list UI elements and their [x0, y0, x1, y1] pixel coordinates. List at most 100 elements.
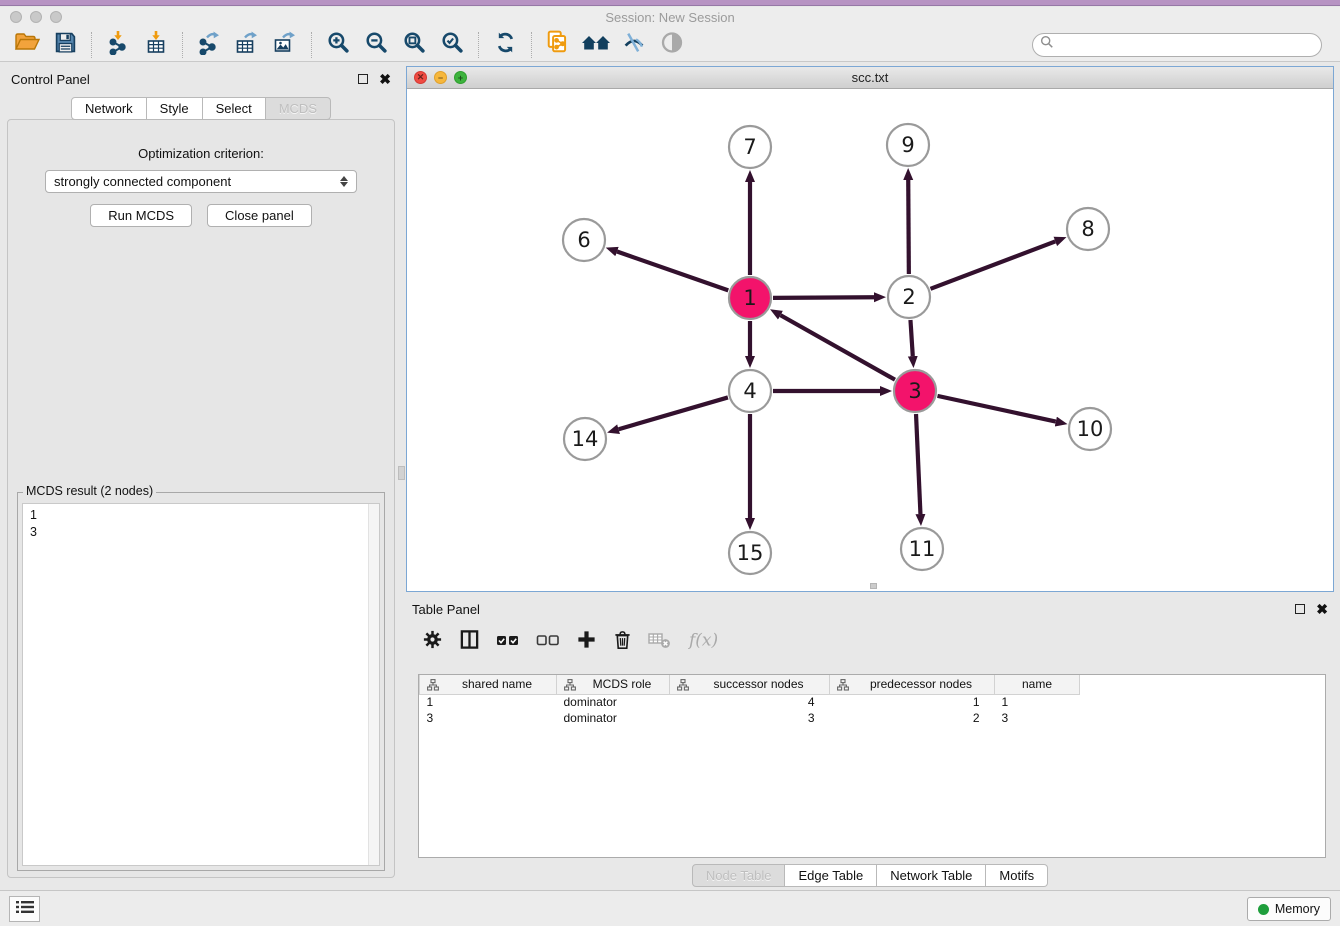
- float-panel-icon[interactable]: [358, 74, 368, 84]
- svg-text:10: 10: [1077, 417, 1104, 441]
- graph-edge-3-1[interactable]: [780, 315, 894, 380]
- tab-select[interactable]: Select: [203, 97, 266, 120]
- export-network-button[interactable]: [190, 30, 228, 60]
- delete-table-button[interactable]: [648, 630, 672, 655]
- zoom-fit-button[interactable]: [395, 30, 433, 60]
- graph-node-2[interactable]: 2: [888, 276, 930, 318]
- mcds-result-title: MCDS result (2 nodes): [23, 484, 156, 498]
- mcds-result-group: MCDS result (2 nodes) 13: [17, 492, 385, 871]
- export-image-button[interactable]: [266, 30, 304, 60]
- graph-node-6[interactable]: 6: [563, 219, 605, 261]
- import-table-icon: [144, 30, 168, 60]
- mcds-result-line: 1: [30, 507, 372, 524]
- export-image-icon: [273, 30, 297, 60]
- column-header-shared-name[interactable]: shared name: [420, 675, 557, 694]
- network-minimize-button[interactable]: −: [434, 71, 447, 84]
- column-header-predecessor-nodes[interactable]: predecessor nodes: [830, 675, 995, 694]
- tab-style[interactable]: Style: [147, 97, 203, 120]
- search-input[interactable]: [1054, 38, 1314, 52]
- close-panel-button[interactable]: Close panel: [207, 204, 312, 227]
- graph-edge-1-2[interactable]: [773, 297, 874, 298]
- clone-network-button[interactable]: [539, 30, 577, 60]
- column-header-successor-nodes[interactable]: successor nodes: [670, 675, 830, 694]
- graph-node-1[interactable]: 1: [729, 277, 771, 319]
- network-close-button[interactable]: ✕: [414, 71, 427, 84]
- result-scrollbar[interactable]: [368, 504, 379, 865]
- task-history-button[interactable]: [9, 896, 40, 922]
- show-hide-button[interactable]: [653, 30, 691, 60]
- memory-status-icon: [1258, 904, 1269, 915]
- refresh-icon: [494, 31, 517, 59]
- graph-node-4[interactable]: 4: [729, 370, 771, 412]
- table-row[interactable]: 3dominator323: [420, 710, 1080, 726]
- graph-node-14[interactable]: 14: [564, 418, 606, 460]
- zoom-selected-button[interactable]: [433, 30, 471, 60]
- delete-row-icon: [613, 629, 632, 655]
- svg-text:6: 6: [577, 228, 590, 252]
- home-button[interactable]: [577, 30, 615, 60]
- memory-button[interactable]: Memory: [1247, 897, 1331, 921]
- table-tab-network-table[interactable]: Network Table: [877, 864, 986, 887]
- column-header-MCDS-role[interactable]: MCDS role: [557, 675, 670, 694]
- control-panel-header: Control Panel ✖: [5, 66, 397, 92]
- column-header-name[interactable]: name: [995, 675, 1080, 694]
- panel-divider[interactable]: [397, 66, 406, 880]
- graph-node-15[interactable]: 15: [729, 532, 771, 574]
- table-close-panel-icon[interactable]: ✖: [1316, 604, 1328, 614]
- close-panel-icon[interactable]: ✖: [379, 74, 391, 84]
- graph-edge-1-6[interactable]: [617, 252, 728, 291]
- search-field[interactable]: [1032, 33, 1322, 57]
- svg-text:3: 3: [908, 379, 921, 403]
- tab-mcds[interactable]: MCDS: [266, 97, 331, 120]
- graph-node-8[interactable]: 8: [1067, 208, 1109, 250]
- graph-node-10[interactable]: 10: [1069, 408, 1111, 450]
- columns-button[interactable]: [459, 629, 480, 655]
- export-table-button[interactable]: [228, 30, 266, 60]
- zoom-out-icon: [365, 31, 388, 59]
- network-canvas[interactable]: 7 9 6 8 1 2 4 3 14 10 15 11: [407, 90, 1333, 591]
- save-session-button[interactable]: [46, 30, 84, 60]
- graph-node-7[interactable]: 7: [729, 126, 771, 168]
- table-row[interactable]: 1dominator411: [420, 694, 1080, 710]
- table-tab-motifs[interactable]: Motifs: [986, 864, 1048, 887]
- import-table-button[interactable]: [137, 30, 175, 60]
- delete-row-button[interactable]: [613, 629, 632, 655]
- import-network-button[interactable]: [99, 30, 137, 60]
- titlebar: Session: New Session: [0, 7, 1340, 28]
- tab-network[interactable]: Network: [71, 97, 147, 120]
- svg-text:8: 8: [1081, 217, 1094, 241]
- table-float-panel-icon[interactable]: [1295, 604, 1305, 614]
- select-stepper-icon: [340, 176, 348, 187]
- graph-edge-2-8[interactable]: [931, 241, 1056, 288]
- graph-edge-2-9[interactable]: [908, 180, 909, 274]
- graph-edge-3-11[interactable]: [916, 414, 920, 514]
- run-mcds-button[interactable]: Run MCDS: [90, 204, 192, 227]
- table-tab-edge-table[interactable]: Edge Table: [785, 864, 877, 887]
- cell-shared-name: 1: [420, 694, 557, 710]
- open-session-button[interactable]: [8, 30, 46, 60]
- select-all-button[interactable]: [496, 631, 520, 654]
- deselect-all-button[interactable]: [536, 631, 560, 654]
- add-row-button[interactable]: [576, 629, 597, 655]
- criterion-select[interactable]: strongly connected component: [45, 170, 357, 193]
- graph-edge-3-10[interactable]: [937, 396, 1055, 422]
- settings-button[interactable]: [422, 629, 443, 655]
- graph-edge-2-3[interactable]: [910, 320, 912, 356]
- network-zoom-button[interactable]: +: [454, 71, 467, 84]
- toggle-graphics-details-button[interactable]: [615, 30, 653, 60]
- mcds-result-line: 3: [30, 524, 372, 541]
- divider-grip[interactable]: [398, 466, 405, 480]
- network-window: ✕ − + scc.txt 7968124314101511: [406, 66, 1334, 592]
- refresh-button[interactable]: [486, 30, 524, 60]
- search-icon: [1040, 35, 1054, 54]
- graph-node-3[interactable]: 3: [894, 370, 936, 412]
- graph-node-11[interactable]: 11: [901, 528, 943, 570]
- graph-node-9[interactable]: 9: [887, 124, 929, 166]
- graph-edge-4-14[interactable]: [619, 397, 728, 429]
- zoom-out-button[interactable]: [357, 30, 395, 60]
- network-resize-grip[interactable]: [870, 583, 877, 589]
- table-tab-node-table[interactable]: Node Table: [692, 864, 786, 887]
- zoom-in-button[interactable]: [319, 30, 357, 60]
- mcds-result-textarea[interactable]: 13: [22, 503, 380, 866]
- function-builder-button[interactable]: f(x): [688, 629, 718, 656]
